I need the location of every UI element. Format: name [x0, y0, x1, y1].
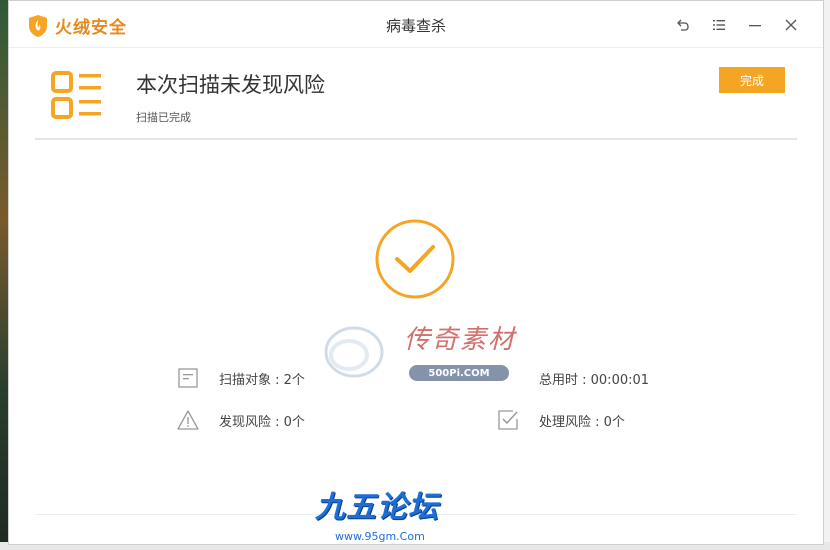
stat-found-risks: 发现风险 : 0个: [177, 409, 305, 431]
back-icon: [677, 19, 689, 31]
watermark-url: 500Pi.COM: [409, 365, 509, 381]
done-button[interactable]: 完成: [719, 67, 785, 93]
antivirus-window: 火绒安全 病毒查杀 本次扫描未发现风险 扫描已完成 完成 传奇素材 500Pi.…: [8, 0, 824, 545]
stat-scanned-objects: 扫描对象 : 2个: [177, 367, 305, 389]
watermark-swirl-icon: [324, 326, 384, 378]
scan-status-text: 扫描已完成: [136, 111, 191, 124]
total-time-text: 总用时 : 00:00:01: [539, 372, 650, 388]
warning-icon: [177, 410, 199, 430]
handled-risks-text: 处理风险 : 0个: [539, 414, 625, 430]
watermark-text: 传奇素材: [404, 325, 517, 355]
close-button[interactable]: [773, 13, 809, 37]
minimize-icon: [749, 25, 761, 27]
stat-total-time: 总用时 : 00:00:01: [497, 367, 649, 389]
document-icon: [178, 368, 198, 388]
watermark-95gm: 九五论坛 www.95gm.Com: [305, 478, 535, 548]
header-divider: [35, 138, 797, 140]
close-icon: [785, 19, 797, 31]
window-controls: [665, 13, 809, 37]
found-risks-text: 发现风险 : 0个: [219, 414, 305, 430]
scanned-objects-text: 扫描对象 : 2个: [219, 372, 305, 388]
list-icon: [51, 71, 101, 119]
desktop-background-left: [0, 0, 8, 550]
menu-icon: [713, 20, 725, 30]
menu-button[interactable]: [701, 13, 737, 37]
check-circle-icon: [375, 219, 455, 299]
title-bar: 火绒安全 病毒查杀: [9, 1, 823, 48]
watermark2-url: www.95gm.Com: [335, 530, 425, 543]
back-button[interactable]: [665, 13, 701, 37]
watermark2-text: 九五论坛: [315, 490, 439, 525]
stat-handled-risks: 处理风险 : 0个: [497, 409, 625, 431]
desktop-background-right: [824, 0, 830, 550]
checkbox-icon: [498, 410, 518, 430]
minimize-button[interactable]: [737, 13, 773, 37]
scan-result-headline: 本次扫描未发现风险: [136, 73, 325, 97]
